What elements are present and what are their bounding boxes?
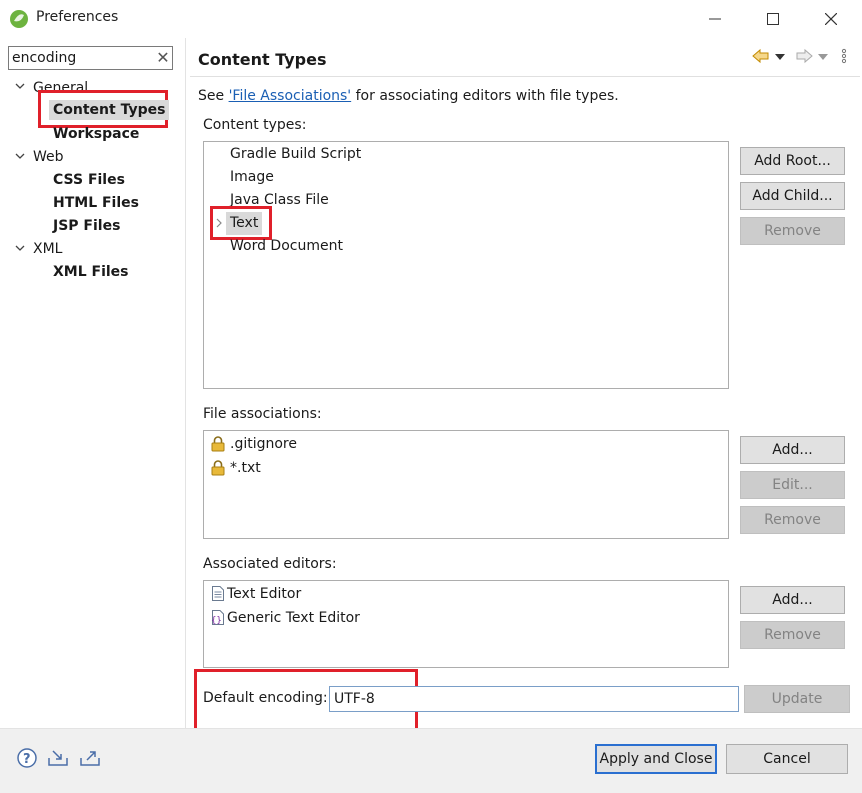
remove-content-type-button[interactable]: Remove xyxy=(740,217,845,245)
svg-text:?: ? xyxy=(23,752,31,767)
caret-down-icon xyxy=(775,54,785,60)
file-associations-link[interactable]: 'File Associations' xyxy=(229,88,352,104)
window-title: Preferences xyxy=(36,9,119,25)
content-types-tree[interactable] xyxy=(203,141,729,389)
maximize-icon xyxy=(767,13,779,25)
tree-item-web[interactable]: Web xyxy=(33,147,64,167)
tree-item-xml-files[interactable]: XML Files xyxy=(53,262,129,282)
view-menu-button[interactable] xyxy=(840,48,848,64)
maximize-button[interactable] xyxy=(744,0,802,38)
lock-icon xyxy=(211,436,225,452)
update-encoding-button[interactable]: Update xyxy=(744,685,850,713)
svg-text:{}: {} xyxy=(211,616,222,625)
export-icon xyxy=(80,751,100,766)
back-button[interactable] xyxy=(752,48,770,64)
generic-editor-icon: {} xyxy=(210,610,225,625)
default-encoding-input[interactable] xyxy=(329,686,739,712)
tree-item-html-files[interactable]: HTML Files xyxy=(53,193,139,213)
page-title: Content Types xyxy=(198,50,327,69)
tree-expander-web[interactable] xyxy=(14,150,26,162)
forward-menu-button[interactable] xyxy=(818,53,828,61)
associated-editor-item[interactable]: Generic Text Editor xyxy=(227,607,360,630)
import-icon xyxy=(48,750,68,766)
content-type-item[interactable]: Word Document xyxy=(230,235,343,258)
chevron-down-icon xyxy=(15,245,25,251)
chevron-right-icon xyxy=(216,218,222,228)
add-child-button[interactable]: Add Child... xyxy=(740,182,845,210)
tree-item-jsp-files[interactable]: JSP Files xyxy=(53,216,120,236)
associated-editor-item[interactable]: Text Editor xyxy=(227,583,301,606)
kebab-menu-icon xyxy=(841,48,847,64)
chevron-down-icon xyxy=(15,153,25,159)
associated-editors-label: Associated editors: xyxy=(203,556,337,572)
arrow-right-icon xyxy=(796,48,813,64)
add-root-button[interactable]: Add Root... xyxy=(740,147,845,175)
forward-button[interactable] xyxy=(795,48,813,64)
cancel-button[interactable]: Cancel xyxy=(726,744,848,774)
tree-expander-general[interactable] xyxy=(14,80,26,92)
import-button[interactable] xyxy=(47,748,69,768)
minimize-icon xyxy=(709,18,721,20)
add-editor-button[interactable]: Add... xyxy=(740,586,845,614)
content-type-item[interactable]: Gradle Build Script xyxy=(230,143,361,166)
remove-editor-button[interactable]: Remove xyxy=(740,621,845,649)
lock-icon xyxy=(211,460,225,476)
caret-down-icon xyxy=(818,54,828,60)
content-type-item-selected[interactable]: Text xyxy=(226,212,263,235)
edit-file-association-button[interactable]: Edit... xyxy=(740,471,845,499)
content-types-label: Content types: xyxy=(203,117,307,133)
clear-filter-icon[interactable]: ✕ xyxy=(155,48,171,68)
header-separator xyxy=(190,76,860,77)
arrow-left-icon xyxy=(752,48,769,64)
tree-item-workspace[interactable]: Workspace xyxy=(53,124,139,144)
apply-and-close-button[interactable]: Apply and Close xyxy=(595,744,717,774)
default-encoding-label: Default encoding: xyxy=(203,690,328,706)
tree-item-css-files[interactable]: CSS Files xyxy=(53,170,125,190)
tree-expander-xml[interactable] xyxy=(14,242,26,254)
file-association-item[interactable]: *.txt xyxy=(230,457,261,480)
minimize-button[interactable] xyxy=(686,0,744,38)
tree-expander-text[interactable] xyxy=(215,217,223,229)
back-menu-button[interactable] xyxy=(775,53,785,61)
add-file-association-button[interactable]: Add... xyxy=(740,436,845,464)
see-file-associations-text: See 'File Associations' for associating … xyxy=(198,88,619,104)
export-button[interactable] xyxy=(79,748,101,768)
file-associations-label: File associations: xyxy=(203,406,322,422)
file-association-item[interactable]: .gitignore xyxy=(230,433,297,456)
remove-file-association-button[interactable]: Remove xyxy=(740,506,845,534)
text-file-icon xyxy=(212,586,224,601)
see-suffix: for associating editors with file types. xyxy=(351,88,619,104)
app-logo-icon xyxy=(9,9,29,29)
filter-input[interactable] xyxy=(12,48,152,68)
close-icon xyxy=(825,13,837,25)
content-type-item[interactable]: Image xyxy=(230,166,274,189)
see-prefix: See xyxy=(198,88,229,104)
close-window-button[interactable] xyxy=(802,0,860,38)
help-button[interactable]: ? xyxy=(17,748,37,768)
help-icon: ? xyxy=(17,748,37,768)
tree-item-xml[interactable]: XML xyxy=(33,239,62,259)
chevron-down-icon xyxy=(15,83,25,89)
tree-item-content-types[interactable]: Content Types xyxy=(49,100,170,120)
filter-box[interactable] xyxy=(8,46,173,70)
